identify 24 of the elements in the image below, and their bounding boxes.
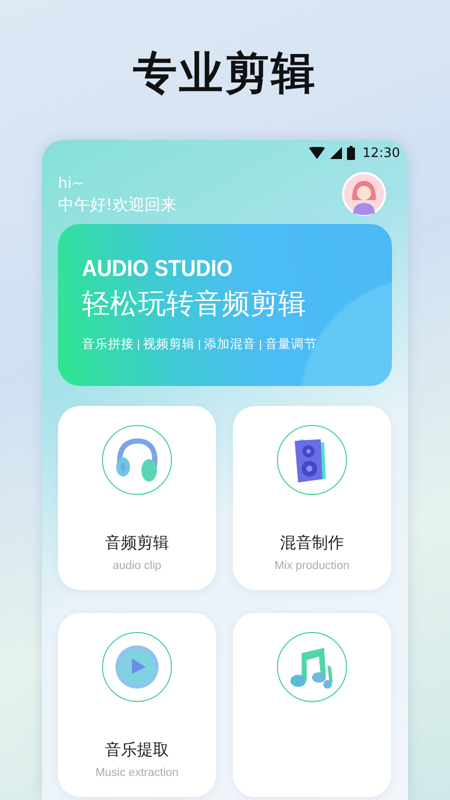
signal-icon [330, 147, 342, 159]
tool-title: 混音制作 [280, 533, 344, 554]
tool-card[interactable]: 音频剪辑 audio clip [58, 406, 216, 590]
feature-label: 音量调节 [265, 336, 317, 353]
greeting-message: 中午好!欢迎回来 [58, 194, 176, 216]
status-time: 12:30 [362, 146, 400, 160]
banner-title: 轻松玩转音频剪辑 [82, 286, 307, 322]
tool-title: 音乐提取 [105, 740, 169, 761]
banner-brand: AUDIO STUDIO [82, 254, 234, 282]
feature-label: 视频剪辑 [143, 336, 195, 353]
headline: 专业剪辑 [133, 47, 317, 101]
tool-card[interactable]: 音乐提取 Music extraction [58, 613, 216, 797]
wifi-icon [308, 147, 325, 159]
tool-card[interactable] [233, 613, 391, 797]
tool-card[interactable]: 混音制作 Mix production [233, 406, 391, 590]
tool-subtitle: Music extraction [95, 767, 179, 779]
battery-icon [346, 146, 355, 160]
tool-subtitle: audio clip [112, 560, 162, 572]
feature-label: 音乐拼接 [82, 336, 134, 353]
avatar-icon[interactable] [342, 172, 386, 216]
greeting-hi: hi~ [58, 173, 86, 194]
tool-subtitle: Mix production [274, 560, 350, 572]
tool-title: 音频剪辑 [105, 533, 169, 554]
feature-label: 添加混音 [204, 336, 256, 353]
